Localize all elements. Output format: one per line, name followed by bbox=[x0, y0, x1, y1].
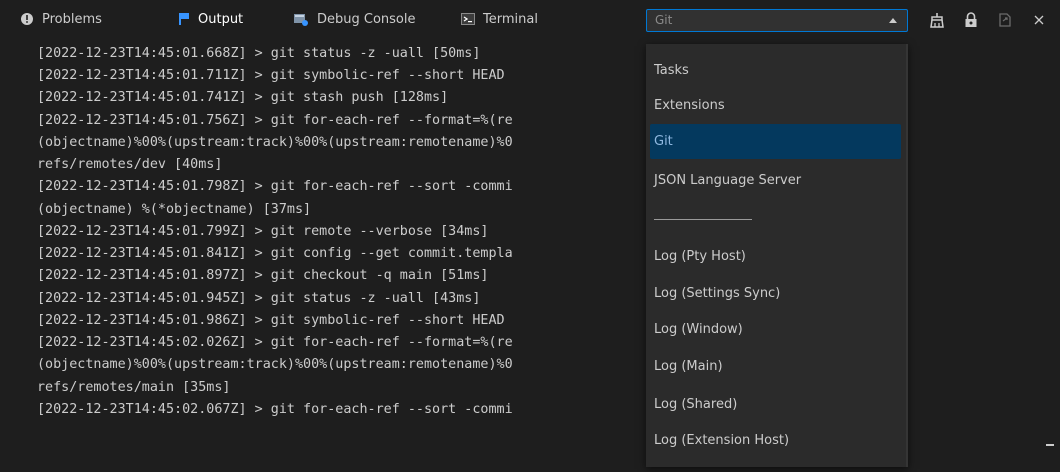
debug-console-icon bbox=[293, 12, 309, 26]
dropdown-scrollbar[interactable] bbox=[906, 44, 908, 467]
channel-separator bbox=[654, 219, 752, 220]
channel-option-log-shared[interactable]: Log (Shared) bbox=[650, 387, 901, 422]
log-line: [2022-12-23T14:45:01.986Z] > git symboli… bbox=[37, 313, 505, 328]
tab-debug-console[interactable]: Debug Console bbox=[293, 0, 416, 38]
lock-scroll-icon bbox=[965, 12, 977, 27]
log-line: [2022-12-23T14:45:01.741Z] > git stash p… bbox=[37, 90, 449, 105]
clear-output-button[interactable] bbox=[928, 11, 946, 29]
output-channel-select[interactable]: Git bbox=[646, 9, 908, 32]
channel-option-extensions[interactable]: Extensions bbox=[650, 88, 901, 123]
close-icon bbox=[1034, 15, 1044, 25]
output-flag-icon bbox=[178, 12, 190, 26]
open-log-icon bbox=[999, 13, 1011, 27]
close-panel-button[interactable] bbox=[1030, 11, 1048, 29]
log-line: [2022-12-23T14:45:01.668Z] > git status … bbox=[37, 46, 481, 61]
log-line: [2022-12-23T14:45:01.711Z] > git symboli… bbox=[37, 68, 505, 83]
tab-problems[interactable]: Problems bbox=[20, 0, 102, 38]
tab-output[interactable]: Output bbox=[178, 0, 243, 38]
log-line: refs/remotes/dev [40ms] bbox=[37, 157, 223, 172]
channel-option-log-extension-host[interactable]: Log (Extension Host) bbox=[650, 423, 901, 458]
tab-terminal-label: Terminal bbox=[483, 11, 538, 27]
output-channel-value: Git bbox=[655, 13, 673, 27]
info-circle-icon bbox=[20, 12, 34, 26]
log-line: (objectname) %(*objectname) [37ms] bbox=[37, 202, 312, 217]
clear-output-icon bbox=[930, 13, 944, 28]
log-line: [2022-12-23T14:45:01.945Z] > git status … bbox=[37, 291, 481, 306]
lock-scroll-button[interactable] bbox=[962, 11, 980, 29]
tab-debug-console-label: Debug Console bbox=[317, 11, 416, 27]
channel-option-log-window[interactable]: Log (Window) bbox=[650, 312, 901, 347]
output-channel-dropdown: Tasks Extensions Git JSON Language Serve… bbox=[646, 44, 908, 467]
tab-output-label: Output bbox=[198, 11, 244, 27]
panel-tab-bar: Problems Output Debug Console Terminal G… bbox=[0, 0, 1060, 38]
log-line: [2022-12-23T14:45:01.841Z] > git config … bbox=[37, 246, 513, 261]
log-line: [2022-12-23T14:45:01.897Z] > git checkou… bbox=[37, 268, 489, 283]
tab-terminal[interactable]: Terminal bbox=[461, 0, 538, 38]
log-line: refs/remotes/main [35ms] bbox=[37, 380, 231, 395]
terminal-icon bbox=[461, 13, 475, 25]
tab-problems-label: Problems bbox=[42, 11, 102, 27]
log-line: [2022-12-23T14:45:01.799Z] > git remote … bbox=[37, 224, 489, 239]
channel-option-git[interactable]: Git bbox=[650, 124, 901, 159]
channel-option-tasks[interactable]: Tasks bbox=[650, 53, 901, 88]
overview-ruler-mark bbox=[1046, 444, 1054, 446]
output-panel: Problems Output Debug Console Terminal G… bbox=[0, 0, 1060, 472]
channel-option-log-pty-host[interactable]: Log (Pty Host) bbox=[650, 239, 901, 274]
channel-option-json-language-server[interactable]: JSON Language Server bbox=[650, 163, 901, 198]
channel-option-log-settings-sync[interactable]: Log (Settings Sync) bbox=[650, 276, 901, 311]
open-log-button[interactable] bbox=[996, 11, 1014, 29]
channel-option-log-main[interactable]: Log (Main) bbox=[650, 349, 901, 384]
chevron-up-icon bbox=[889, 18, 897, 23]
